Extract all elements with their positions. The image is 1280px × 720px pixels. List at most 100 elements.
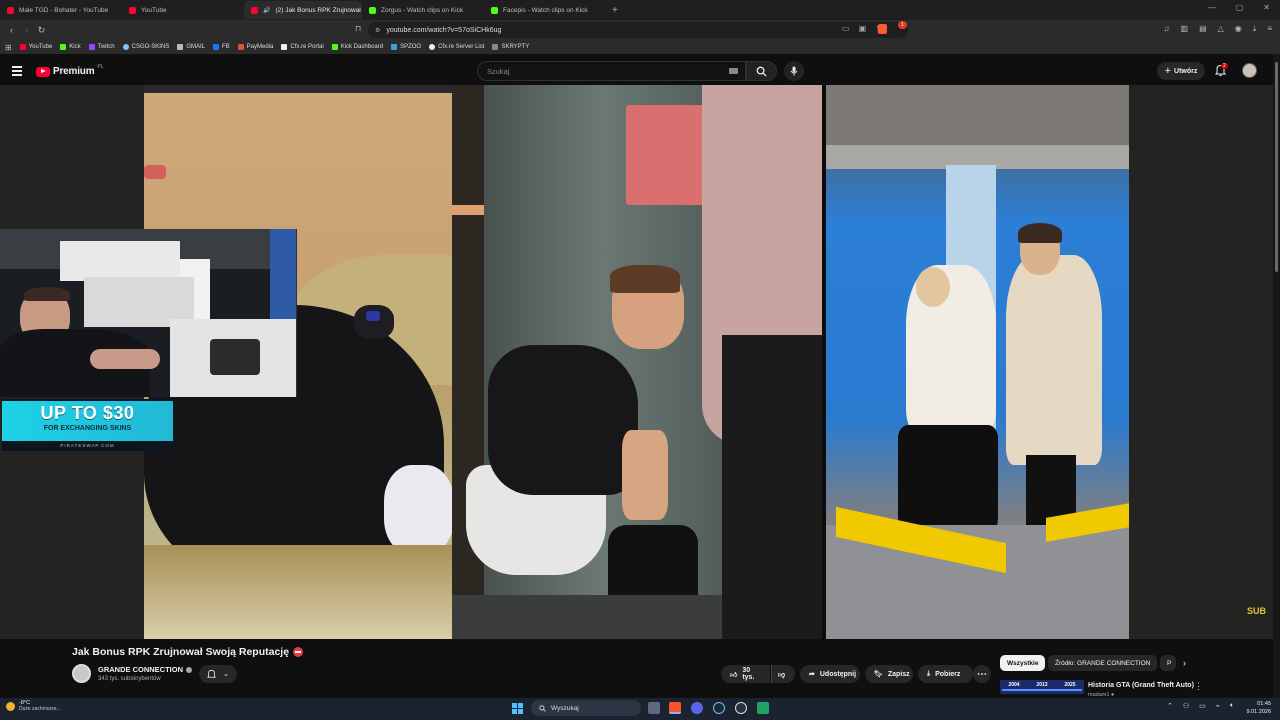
tray-usb-icon[interactable]: ⌁ bbox=[1216, 702, 1220, 710]
new-tab-button[interactable]: + bbox=[612, 5, 618, 16]
dislike-button[interactable]: 👎︎ bbox=[771, 665, 795, 683]
kick-icon bbox=[369, 6, 376, 14]
scrollbar-thumb[interactable] bbox=[1275, 62, 1278, 272]
create-button[interactable]: + Utwórz bbox=[1157, 62, 1205, 80]
bell-icon bbox=[207, 669, 217, 678]
back-icon[interactable]: ‹ bbox=[4, 25, 19, 35]
wallet-icon[interactable]: ▤ bbox=[1199, 24, 1207, 34]
sidebar-icon[interactable]: ▥ bbox=[1181, 24, 1189, 34]
windows-start-icon[interactable] bbox=[512, 703, 523, 714]
spreadsheet-icon[interactable] bbox=[757, 702, 769, 714]
plus-icon: + bbox=[1164, 65, 1172, 77]
ad-brand: PIRATESWAP.COM bbox=[60, 443, 115, 448]
site-info-icon[interactable]: ⚙ bbox=[375, 27, 380, 34]
url-field[interactable]: ⚙ youtube.com/watch?v=57oSiCHk6ug bbox=[368, 22, 908, 38]
minimize-icon[interactable]: — bbox=[1208, 3, 1216, 12]
taskbar-search[interactable]: Wyszukaj bbox=[531, 700, 641, 716]
cast-icon[interactable]: ▭ bbox=[842, 24, 850, 33]
account-avatar[interactable] bbox=[1242, 63, 1257, 78]
video-player[interactable]: UP TO $30 FOR EXCHANGING SKINS PIRATESWA… bbox=[0, 85, 1273, 639]
shield-count-badge: 1 bbox=[898, 21, 907, 29]
share-button[interactable]: ➦ Udostępnij bbox=[800, 665, 860, 683]
channel-name[interactable]: GRANDE CONNECTION bbox=[98, 665, 193, 674]
more-actions-button[interactable]: ⋯ bbox=[973, 665, 991, 683]
media-icon[interactable]: ♫ bbox=[1164, 24, 1170, 34]
weather-cloud-icon bbox=[6, 702, 15, 711]
chip-partial[interactable]: P bbox=[1160, 655, 1176, 671]
discord-icon[interactable] bbox=[691, 702, 703, 714]
download-button[interactable]: ⤓ Pobierz bbox=[918, 665, 973, 683]
browser-tab[interactable]: YouTube bbox=[122, 1, 244, 19]
subscription-bell-button[interactable]: ⌄ bbox=[199, 665, 237, 683]
keyboard-icon[interactable] bbox=[729, 68, 738, 74]
bookmark-twitch[interactable]: Twitch bbox=[88, 44, 115, 50]
verified-icon bbox=[186, 666, 193, 673]
speaker-icon[interactable]: 🔊 bbox=[263, 7, 270, 14]
tray-volume-icon[interactable]: 🔈︎ bbox=[1230, 702, 1234, 710]
close-window-icon[interactable]: ✕ bbox=[1263, 3, 1270, 12]
vpn-icon[interactable]: ◉ bbox=[1235, 24, 1242, 34]
kebab-menu-icon[interactable]: ⋮ bbox=[1194, 681, 1203, 692]
bookmark-skrypty[interactable]: SKRYPTY bbox=[492, 44, 529, 50]
youtube-icon bbox=[19, 44, 26, 50]
twitch-icon bbox=[88, 44, 95, 50]
downloads-icon[interactable]: ⤓ bbox=[1253, 24, 1257, 34]
tray-network-icon[interactable]: ▭ bbox=[1199, 702, 1206, 710]
tray-overflow-icon[interactable]: ⌃ bbox=[1167, 702, 1173, 710]
globe-icon bbox=[429, 44, 436, 50]
youtube-logo[interactable]: Premium PL bbox=[36, 64, 104, 77]
search-input[interactable]: Szukaj bbox=[477, 61, 746, 81]
weather-widget[interactable]: -8°C Duże zachmurze... bbox=[6, 700, 61, 713]
bookmark-icon[interactable]: ⊓ bbox=[355, 24, 361, 33]
browser-tab[interactable]: Małe TGD - Bohater - YouTube bbox=[0, 1, 122, 19]
bookmark-kick[interactable]: Kick bbox=[60, 44, 81, 50]
chip-all[interactable]: Wszystkie bbox=[1000, 655, 1046, 671]
menu-icon[interactable]: ≡ bbox=[1267, 24, 1272, 34]
forward-icon[interactable]: › bbox=[19, 25, 34, 35]
install-icon[interactable]: ▣ bbox=[859, 24, 867, 33]
recommendation-thumbnail[interactable]: 2004 2013 2025 bbox=[1000, 680, 1084, 694]
youtube-header: Premium PL Szukaj + Utwórz bbox=[0, 54, 1280, 88]
tab-title: Zorgus - Watch clips on Kick bbox=[381, 6, 464, 14]
steam-icon[interactable] bbox=[713, 702, 725, 714]
bookmark-youtube[interactable]: YouTube bbox=[19, 44, 52, 50]
save-button[interactable]: 🔖︎ Zapisz bbox=[865, 665, 913, 683]
bookmark-cfx-portal[interactable]: Cfx.re Portal bbox=[281, 44, 324, 50]
subscriber-count: 343 tys. subskrybentów bbox=[98, 676, 161, 682]
chevron-right-icon[interactable]: › bbox=[1183, 658, 1186, 668]
taskbar-clock[interactable]: 01:45 9.01.2026 bbox=[1243, 700, 1271, 716]
thumbs-up-icon: 👍︎ bbox=[730, 671, 738, 679]
like-button[interactable]: 👍︎ 30 tys. bbox=[721, 665, 770, 683]
bookmark-spzoo[interactable]: SPZOO bbox=[391, 44, 421, 50]
recommendation-title[interactable]: Historia GTA (Grand Theft Auto) bbox=[1088, 682, 1194, 689]
bookmark-kick-dashboard[interactable]: Kick Dashboard bbox=[331, 44, 383, 50]
apps-grid-icon[interactable]: ⊞ bbox=[5, 43, 12, 52]
search-button[interactable] bbox=[746, 61, 777, 81]
browser-tab[interactable]: Facepis - Watch clips on Kick bbox=[484, 1, 606, 19]
paymedia-icon bbox=[237, 44, 244, 50]
url-text: youtube.com/watch?v=57oSiCHk6ug bbox=[386, 26, 502, 34]
obs-icon[interactable] bbox=[735, 702, 747, 714]
rewards-icon[interactable]: △ bbox=[1218, 24, 1224, 34]
chip-source[interactable]: Źródło: GRANDE CONNECTION bbox=[1048, 655, 1158, 671]
csgo-icon bbox=[122, 44, 129, 50]
bookmark-fb[interactable]: FB bbox=[213, 44, 230, 50]
brave-browser-icon[interactable] bbox=[669, 702, 681, 714]
tab-title: YouTube bbox=[141, 6, 167, 14]
tray-app-icon[interactable]: ⚇ bbox=[1183, 702, 1189, 710]
brave-shield-icon[interactable] bbox=[878, 24, 887, 34]
channel-avatar[interactable] bbox=[72, 664, 91, 683]
bookmark-paymedia[interactable]: PayMedia bbox=[237, 44, 273, 50]
browser-tab[interactable]: Zorgus - Watch clips on Kick bbox=[362, 1, 484, 19]
bookmark-csgo-skins[interactable]: CSGO-SKINS bbox=[122, 44, 169, 50]
voice-search-button[interactable] bbox=[784, 61, 804, 81]
bookmark-cfx-server-list[interactable]: Cfx.re Server List bbox=[429, 44, 484, 50]
reload-icon[interactable]: ↻ bbox=[34, 25, 49, 36]
bookmark-outline-icon: 🔖︎ bbox=[874, 671, 883, 678]
browser-tab-active[interactable]: 🔊 (2) Jak Bonus RPK Zrujnował ✕ bbox=[244, 1, 362, 19]
file-explorer-icon[interactable] bbox=[648, 702, 660, 714]
maximize-icon[interactable]: ▢ bbox=[1236, 3, 1244, 12]
subscribe-watermark[interactable]: SUB bbox=[1247, 606, 1266, 616]
bookmark-gmail[interactable]: GMAIL bbox=[177, 44, 205, 50]
hamburger-menu-icon[interactable] bbox=[12, 66, 22, 78]
